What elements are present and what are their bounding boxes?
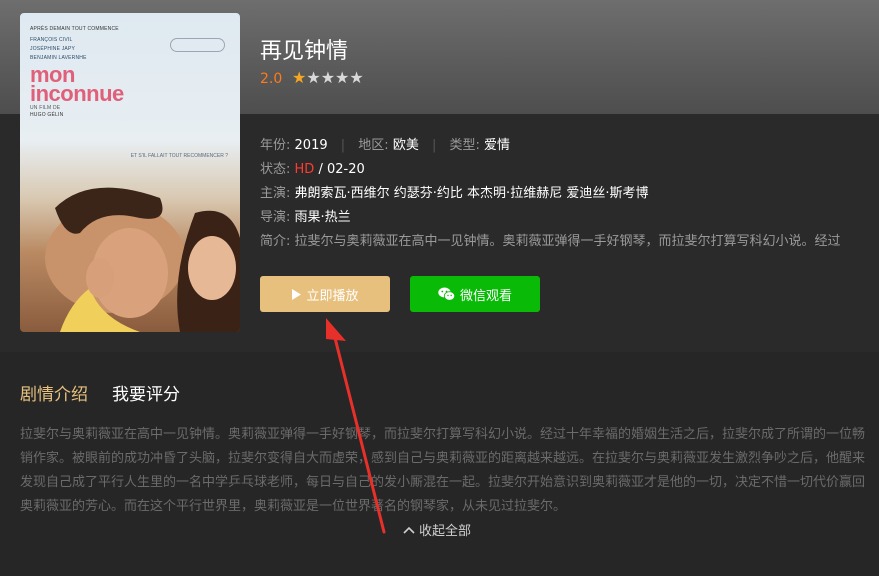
intro-summary: 拉斐尔与奥莉薇亚在高中一见钟情。奥莉薇亚弹得一手好钢琴，而拉斐尔打算写科幻小说。… [294,234,841,249]
collapse-all-button[interactable]: 收起全部 [403,520,471,539]
tab-rate[interactable]: 我要评分 [112,380,180,405]
meta-row-status: 状态: HD / 02-20 [260,158,365,177]
poster-director: HUGO GÉLIN [30,112,64,118]
divider: | [431,138,437,153]
poster-cast-3: BENJAMIN LAVERNHE [30,55,87,61]
wechat-icon [438,287,455,301]
genre-value[interactable]: 爱情 [484,138,510,153]
status-date: / 02-20 [314,162,365,177]
year-value: 2019 [294,138,328,153]
cast-label: 主演: [260,186,291,201]
star-empty-icon[interactable]: ★ [349,68,363,87]
poster-tagline: ET S'IL FALLAIT TOUT RECOMMENCER ? [130,153,228,159]
year-label: 年份: [260,138,291,153]
star-empty-icon[interactable]: ★ [321,68,335,87]
star-empty-icon[interactable]: ★ [335,68,349,87]
chevron-up-icon [403,526,415,534]
divider: | [340,138,346,153]
meta-row-director: 导演: 雨果·热兰 [260,206,351,225]
meta-row-cast: 主演: 弗朗索瓦·西维尔 约瑟芬·约比 本杰明·拉维赫尼 爱迪丝·斯考博 [260,182,648,201]
meta-row-intro: 简介: 拉斐尔与奥莉薇亚在高中一见钟情。奥莉薇亚弹得一手好钢琴，而拉斐尔打算写科… [260,230,879,249]
plot-description: 拉斐尔与奥莉薇亚在高中一见钟情。奥莉薇亚弹得一手好钢琴，而拉斐尔打算写科幻小说。… [20,427,866,514]
poster-couple-image [45,187,240,332]
star-filled-icon[interactable]: ★ [292,68,306,87]
poster-title-line2: inconnue [30,81,124,106]
tab-plot-intro[interactable]: 剧情介绍 [20,380,88,405]
star-empty-icon[interactable]: ★ [306,68,320,87]
meta-row-basic: 年份: 2019 | 地区: 欧美 | 类型: 爱情 [260,134,510,153]
play-now-button[interactable]: 立即播放 [260,276,390,312]
status-quality-badge: HD [294,162,315,177]
director-label: 导演: [260,210,291,225]
poster-cast-1: FRANÇOIS CIVIL [30,37,73,43]
poster-title: mon inconnue [30,64,124,106]
region-value[interactable]: 欧美 [393,138,419,153]
poster-headline: APRÈS DEMAIN TOUT COMMENCE [30,26,119,32]
wechat-watch-label: 微信观看 [459,288,512,304]
rating-score: 2.0 [260,71,283,87]
movie-title: 再见钟情 [260,39,349,64]
rating-stars[interactable]: ★★★★★ [292,68,364,87]
movie-poster[interactable]: APRÈS DEMAIN TOUT COMMENCE FRANÇOIS CIVI… [20,13,240,332]
wechat-watch-button[interactable]: 微信观看 [410,276,540,312]
festival-laurel-icon [170,38,225,52]
collapse-all-label: 收起全部 [419,524,472,539]
play-now-label: 立即播放 [306,288,359,304]
region-label: 地区: [358,138,389,153]
poster-cast-2: JOSÉPHINE JAPY [30,46,76,52]
genre-label: 类型: [449,138,480,153]
hero-section: APRÈS DEMAIN TOUT COMMENCE FRANÇOIS CIVI… [0,0,879,352]
poster-film-by: UN FILM DE [30,105,61,111]
play-icon [292,288,302,300]
director-value[interactable]: 雨果·热兰 [295,210,351,225]
intro-label: 简介: [260,234,291,249]
cast-value[interactable]: 弗朗索瓦·西维尔 约瑟芬·约比 本杰明·拉维赫尼 爱迪丝·斯考博 [295,186,649,201]
status-label: 状态: [260,162,291,177]
